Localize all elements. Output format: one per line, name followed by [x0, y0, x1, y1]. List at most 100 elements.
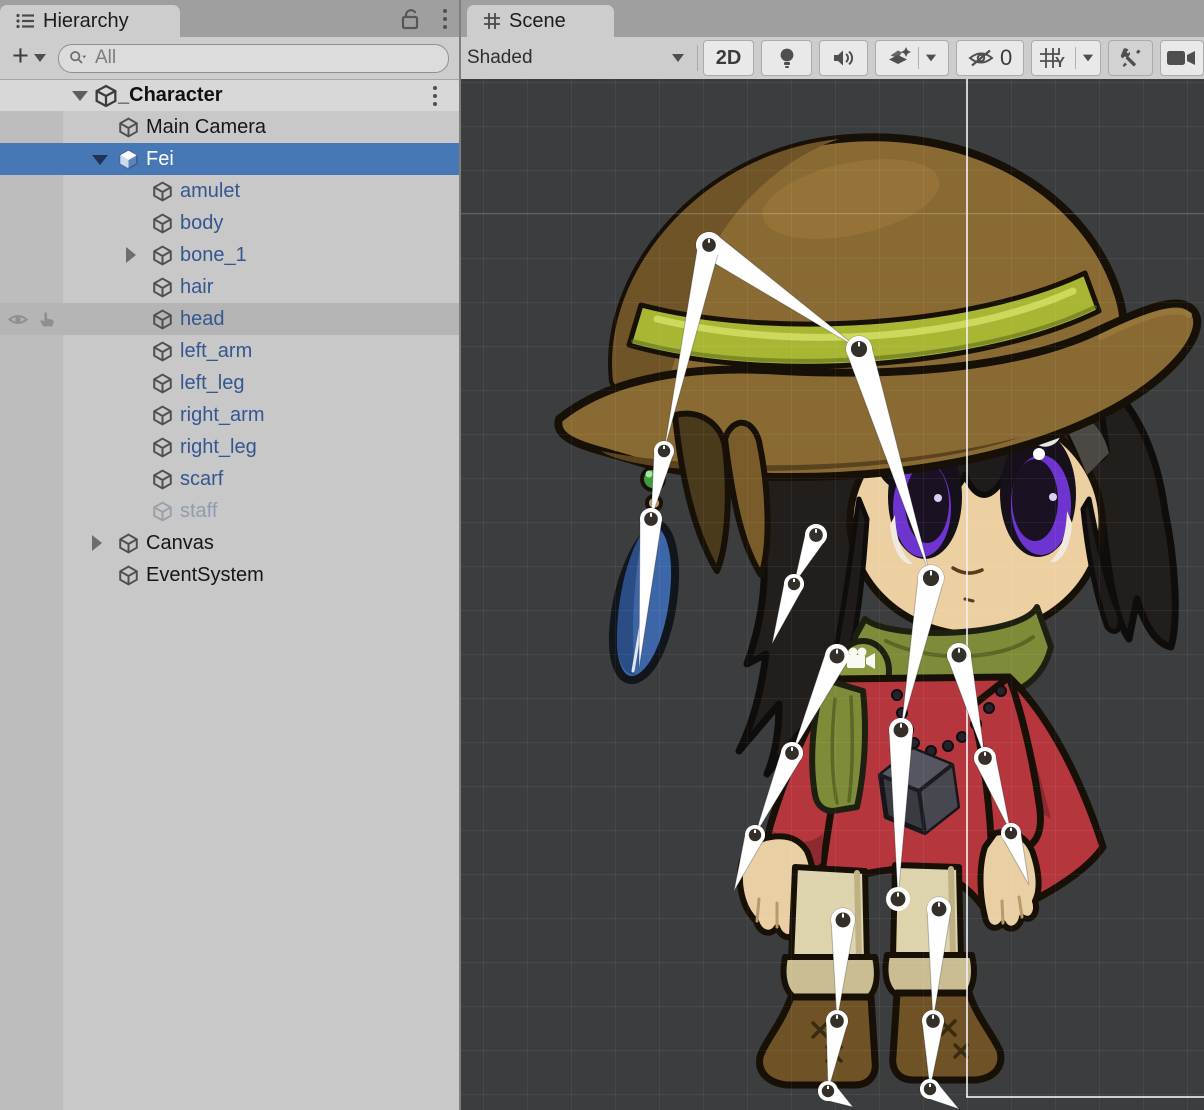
cube-icon	[152, 501, 173, 522]
audio-toggle-button[interactable]	[819, 40, 868, 76]
cube-icon	[152, 373, 173, 394]
cube-icon	[152, 341, 173, 362]
scene-tab-label: Scene	[509, 10, 566, 33]
hierarchy-panel: Hierarchy + All	[0, 0, 459, 1110]
scene-visibility-button[interactable]: 0	[956, 40, 1024, 76]
expander-icon[interactable]	[92, 535, 102, 551]
lighting-toggle-button[interactable]	[761, 40, 812, 76]
item-label: Main Camera	[146, 116, 266, 139]
2d-label: 2D	[716, 47, 742, 70]
item-label: body	[180, 212, 223, 235]
cube-icon	[152, 405, 173, 426]
scene-header-row[interactable]: _Character	[0, 80, 459, 112]
hierarchy-item-body[interactable]: body	[0, 207, 459, 239]
eye-hidden-icon	[968, 48, 994, 68]
tab-hierarchy[interactable]: Hierarchy	[0, 5, 180, 37]
hierarchy-item-right_arm[interactable]: right_arm	[0, 399, 459, 431]
cube-icon	[152, 213, 173, 234]
cube-icon	[118, 533, 139, 554]
dropdown-caret-icon	[34, 54, 46, 62]
kebab-menu-icon[interactable]	[443, 9, 447, 29]
scene-tabstrip: Scene	[461, 0, 1204, 37]
toggle-2d-button[interactable]: 2D	[703, 40, 754, 76]
hierarchy-item-fei[interactable]: Fei	[0, 143, 459, 175]
prefab-cube-icon	[118, 149, 139, 170]
cube-icon	[152, 469, 173, 490]
dropdown-caret-icon	[1082, 55, 1092, 62]
cube-icon	[152, 437, 173, 458]
grid-icon	[483, 12, 501, 30]
effects-dropdown-button[interactable]	[875, 40, 949, 76]
hierarchy-item-left_leg[interactable]: left_leg	[0, 367, 459, 399]
expander-icon[interactable]	[126, 247, 136, 263]
unity-logo-icon	[94, 84, 118, 108]
scene-kebab-icon[interactable]	[433, 86, 437, 106]
picking-hand-icon[interactable]	[38, 311, 55, 328]
item-label: right_arm	[180, 404, 264, 427]
hierarchy-tab-label: Hierarchy	[43, 10, 129, 33]
scene-name-label: _Character	[118, 84, 223, 107]
cube-icon	[152, 181, 173, 202]
add-object-button[interactable]: +	[0, 45, 56, 71]
hierarchy-item-bone_1[interactable]: bone_1	[0, 239, 459, 271]
hierarchy-tree: Main Camera Fei amulet body bone_1hair head le…	[0, 111, 459, 1110]
cube-icon	[152, 277, 173, 298]
expander-icon[interactable]	[92, 155, 108, 165]
hierarchy-item-staff[interactable]: staff	[0, 495, 459, 527]
camera-gizmo[interactable]	[847, 648, 875, 670]
bone-gizmos[interactable]	[461, 79, 1204, 1110]
item-label: left_leg	[180, 372, 245, 395]
item-label: staff	[180, 500, 217, 523]
list-icon	[16, 13, 35, 29]
hidden-count: 0	[1000, 45, 1012, 71]
item-label: Fei	[146, 148, 174, 171]
hierarchy-item-main-camera[interactable]: Main Camera	[0, 111, 459, 143]
hierarchy-item-right_leg[interactable]: right_leg	[0, 431, 459, 463]
item-label: head	[180, 308, 225, 331]
hierarchy-tabstrip: Hierarchy	[0, 0, 459, 37]
hierarchy-item-eventsystem[interactable]: EventSystem	[0, 559, 459, 591]
hierarchy-item-left_arm[interactable]: left_arm	[0, 335, 459, 367]
item-label: scarf	[180, 468, 223, 491]
item-label: EventSystem	[146, 564, 264, 587]
audio-icon	[833, 49, 855, 67]
search-placeholder: All	[95, 47, 116, 69]
svg-text:Y: Y	[1055, 54, 1065, 69]
tools-icon	[1119, 46, 1143, 70]
item-label: Canvas	[146, 532, 214, 555]
effects-icon	[888, 47, 912, 69]
dropdown-caret-icon	[926, 55, 936, 62]
light-bulb-icon	[779, 47, 795, 69]
item-label: bone_1	[180, 244, 247, 267]
grid-settings-button[interactable]: Y	[1031, 40, 1101, 76]
item-label: left_arm	[180, 340, 252, 363]
unity-editor-window: { "hierarchy": { "tab": "Hierarchy", "se…	[0, 0, 1204, 1110]
tab-scene[interactable]: Scene	[467, 5, 614, 37]
hierarchy-item-canvas[interactable]: Canvas	[0, 527, 459, 559]
plus-icon: +	[12, 42, 29, 71]
dropdown-caret-icon	[672, 54, 684, 62]
tools-button[interactable]	[1108, 40, 1153, 76]
item-label: hair	[180, 276, 213, 299]
hierarchy-item-hair[interactable]: hair	[0, 271, 459, 303]
grid-axis-icon: Y	[1039, 47, 1069, 69]
cube-icon	[152, 309, 173, 330]
scene-viewport[interactable]	[461, 79, 1204, 1110]
unlock-icon[interactable]	[399, 7, 421, 31]
hierarchy-item-head[interactable]: head	[0, 303, 459, 335]
visibility-eye-icon[interactable]	[8, 312, 28, 327]
draw-mode-label: Shaded	[467, 47, 672, 69]
hierarchy-toolbar: + All	[0, 37, 459, 80]
expander-icon[interactable]	[72, 91, 88, 101]
button-divider	[1075, 47, 1076, 69]
draw-mode-dropdown[interactable]: Shaded	[461, 41, 692, 75]
item-label: right_leg	[180, 436, 257, 459]
search-input[interactable]: All	[58, 44, 449, 73]
search-icon	[69, 50, 87, 66]
cube-icon	[118, 117, 139, 138]
cube-icon	[118, 565, 139, 586]
hierarchy-item-scarf[interactable]: scarf	[0, 463, 459, 495]
camera-settings-button[interactable]	[1160, 40, 1204, 76]
hierarchy-item-amulet[interactable]: amulet	[0, 175, 459, 207]
button-divider	[918, 47, 919, 69]
